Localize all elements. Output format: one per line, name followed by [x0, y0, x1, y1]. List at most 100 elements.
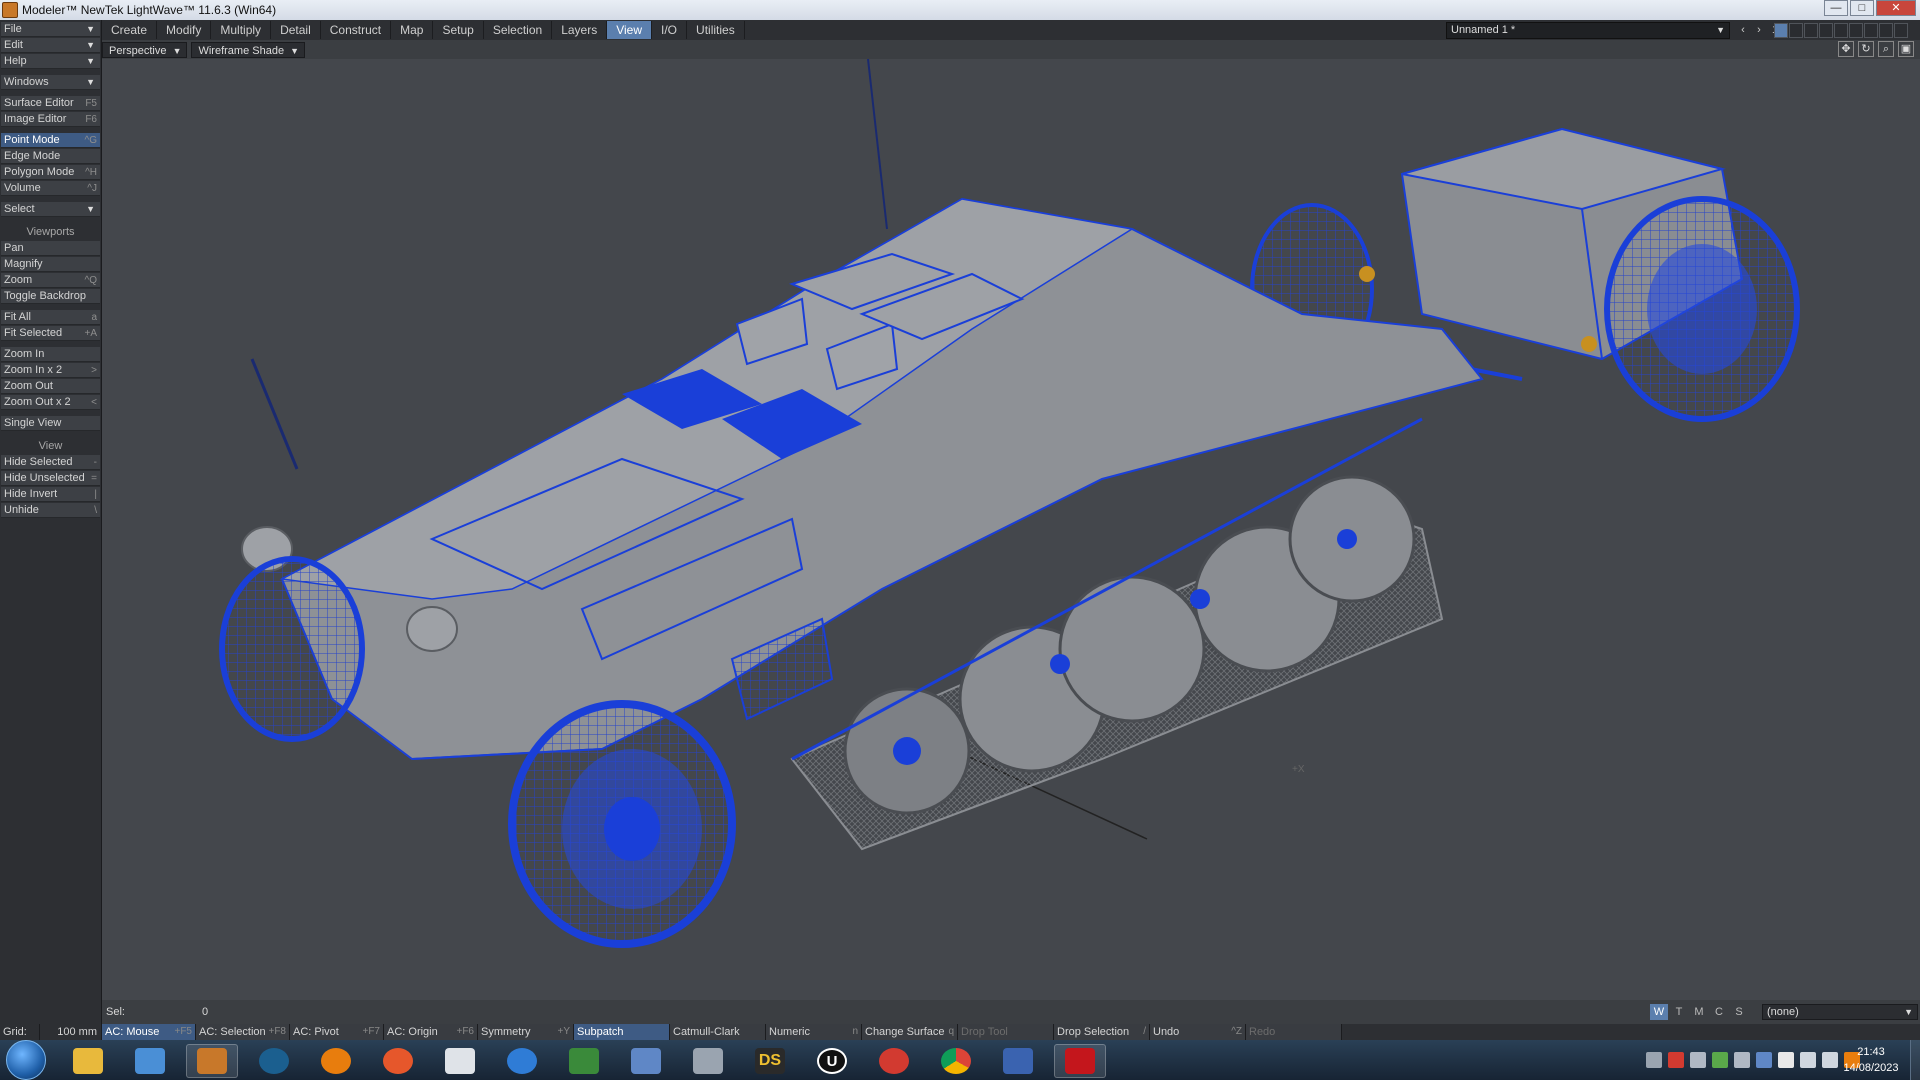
polygon-mode-button[interactable]: Polygon Mode ^H [1, 165, 100, 180]
symmetry-button[interactable]: Symmetry +Y [478, 1024, 574, 1040]
file-menu[interactable]: File ▼ [1, 22, 100, 37]
numeric-button[interactable]: Numeric n [766, 1024, 862, 1040]
edit-menu[interactable]: Edit ▼ [1, 38, 100, 53]
view-mode-c[interactable]: C [1710, 1004, 1728, 1020]
undo-button[interactable]: Undo ^Z [1150, 1024, 1246, 1040]
flag-icon[interactable] [1778, 1052, 1794, 1068]
firefox-icon[interactable] [372, 1044, 424, 1078]
tray-app-icon[interactable] [1646, 1052, 1662, 1068]
tab-modify[interactable]: Modify [157, 21, 212, 39]
tray-app-icon[interactable] [1712, 1052, 1728, 1068]
view-mode-s[interactable]: S [1730, 1004, 1748, 1020]
edge-mode-button[interactable]: Edge Mode [1, 149, 100, 164]
select-dropdown[interactable]: Select ▼ [1, 202, 100, 217]
tab-detail[interactable]: Detail [271, 21, 321, 39]
layer-slot-3[interactable] [1804, 23, 1818, 38]
point-mode-button[interactable]: Point Mode ^G [1, 133, 100, 148]
view-mode-w[interactable]: W [1650, 1004, 1668, 1020]
tab-utilities[interactable]: Utilities [687, 21, 745, 39]
pan-button[interactable]: Pan [1, 241, 100, 256]
ac-mouse-button[interactable]: AC: Mouse +F5 [102, 1024, 196, 1040]
fit-all-button[interactable]: Fit All a [1, 310, 100, 325]
rotate-view-icon[interactable]: ↻ [1858, 41, 1874, 57]
tab-multiply[interactable]: Multiply [211, 21, 272, 39]
layer-slot-9[interactable] [1894, 23, 1908, 38]
layer-slot-1[interactable] [1774, 23, 1788, 38]
hide-selected-button[interactable]: Hide Selected - [1, 455, 100, 470]
spreadsheet-icon[interactable] [558, 1044, 610, 1078]
network-icon[interactable] [1800, 1052, 1816, 1068]
notes-icon[interactable] [434, 1044, 486, 1078]
ac-origin-button[interactable]: AC: Origin +F6 [384, 1024, 478, 1040]
layer-slot-7[interactable] [1864, 23, 1878, 38]
minimize-button[interactable]: — [1824, 0, 1848, 16]
zoom-view-icon[interactable]: ⌕ [1878, 41, 1894, 57]
ac-pivot-button[interactable]: AC: Pivot +F7 [290, 1024, 384, 1040]
unity-icon[interactable]: U [806, 1044, 858, 1078]
next-layer-button[interactable]: › [1752, 22, 1766, 38]
document-select[interactable]: Unnamed 1 * ▼ [1446, 22, 1730, 39]
unhide-button[interactable]: Unhide \ [1, 503, 100, 518]
maximize-viewport-icon[interactable]: ▣ [1898, 41, 1914, 57]
previous-layer-button[interactable]: ‹ [1736, 22, 1750, 38]
single-view-button[interactable]: Single View [1, 416, 100, 431]
blender-icon[interactable] [310, 1044, 362, 1078]
show-desktop-button[interactable] [1910, 1040, 1920, 1080]
magnify-button[interactable]: Magnify [1, 257, 100, 272]
layer-slot-8[interactable] [1879, 23, 1893, 38]
windows-menu[interactable]: Windows ▼ [1, 75, 100, 90]
zoom-in-button[interactable]: Zoom In [1, 347, 100, 362]
zoom-out-button[interactable]: Zoom Out [1, 379, 100, 394]
email-icon[interactable] [620, 1044, 672, 1078]
shading-dropdown[interactable]: Wireframe Shade ▼ [191, 41, 306, 58]
tab-create[interactable]: Create [102, 21, 158, 39]
steam-icon[interactable] [248, 1044, 300, 1078]
calculator-icon[interactable] [682, 1044, 734, 1078]
surface-editor-button[interactable]: Surface Editor F5 [1, 96, 100, 111]
surface-dropdown[interactable]: (none) ▼ [1762, 1004, 1918, 1020]
screenshot-tool-icon[interactable] [124, 1044, 176, 1078]
subpatch-button[interactable]: Subpatch [574, 1024, 670, 1040]
view-mode-m[interactable]: M [1690, 1004, 1708, 1020]
hide-unselected-button[interactable]: Hide Unselected = [1, 471, 100, 486]
tab-map[interactable]: Map [391, 21, 434, 39]
maximize-button[interactable]: □ [1850, 0, 1874, 16]
daz-studio-icon[interactable]: DS [744, 1044, 796, 1078]
windows-explorer-icon[interactable] [62, 1044, 114, 1078]
layer-slot-6[interactable] [1849, 23, 1863, 38]
lightwave-app-icon[interactable] [2, 2, 18, 18]
layer-slot-2[interactable] [1789, 23, 1803, 38]
layer-slot-4[interactable] [1819, 23, 1833, 38]
zoom-button[interactable]: Zoom ^Q [1, 273, 100, 288]
zoom-out-x2-button[interactable]: Zoom Out x 2 < [1, 395, 100, 410]
tray-app-icon[interactable] [1690, 1052, 1706, 1068]
capture-one-icon[interactable] [868, 1044, 920, 1078]
tray-app-icon[interactable] [1734, 1052, 1750, 1068]
tab-selection[interactable]: Selection [484, 21, 553, 39]
change-surface-button[interactable]: Change Surface q [862, 1024, 958, 1040]
close-button[interactable]: ✕ [1876, 0, 1916, 16]
zbrush-icon[interactable] [992, 1044, 1044, 1078]
start-button[interactable] [6, 1040, 46, 1080]
drop-selection-button[interactable]: Drop Selection / [1054, 1024, 1150, 1040]
view-mode-t[interactable]: T [1670, 1004, 1688, 1020]
chrome-icon[interactable] [930, 1044, 982, 1078]
lightwave-modeler-icon[interactable] [186, 1044, 238, 1078]
ac-selection-button[interactable]: AC: Selection +F8 [196, 1024, 290, 1040]
perspective-viewport[interactable]: +X [102, 59, 1920, 1000]
redo-button[interactable]: Redo [1246, 1024, 1342, 1040]
tab-construct[interactable]: Construct [321, 21, 392, 39]
drop-tool-button[interactable]: Drop Tool [958, 1024, 1054, 1040]
layer-slot-5[interactable] [1834, 23, 1848, 38]
tab-io[interactable]: I/O [652, 21, 688, 39]
catmull-clark-dropdown[interactable]: Catmull-Clark [670, 1024, 766, 1040]
tray-app-icon[interactable] [1756, 1052, 1772, 1068]
fit-selected-button[interactable]: Fit Selected +A [1, 326, 100, 341]
antivirus-icon[interactable] [1668, 1052, 1684, 1068]
tab-layers[interactable]: Layers [552, 21, 608, 39]
acrobat-reader-icon[interactable] [1054, 1044, 1106, 1078]
hide-invert-button[interactable]: Hide Invert | [1, 487, 100, 502]
toggle-backdrop-button[interactable]: Toggle Backdrop [1, 289, 100, 304]
help-menu[interactable]: Help ▼ [1, 54, 100, 69]
volume-button[interactable]: Volume ^J [1, 181, 100, 196]
